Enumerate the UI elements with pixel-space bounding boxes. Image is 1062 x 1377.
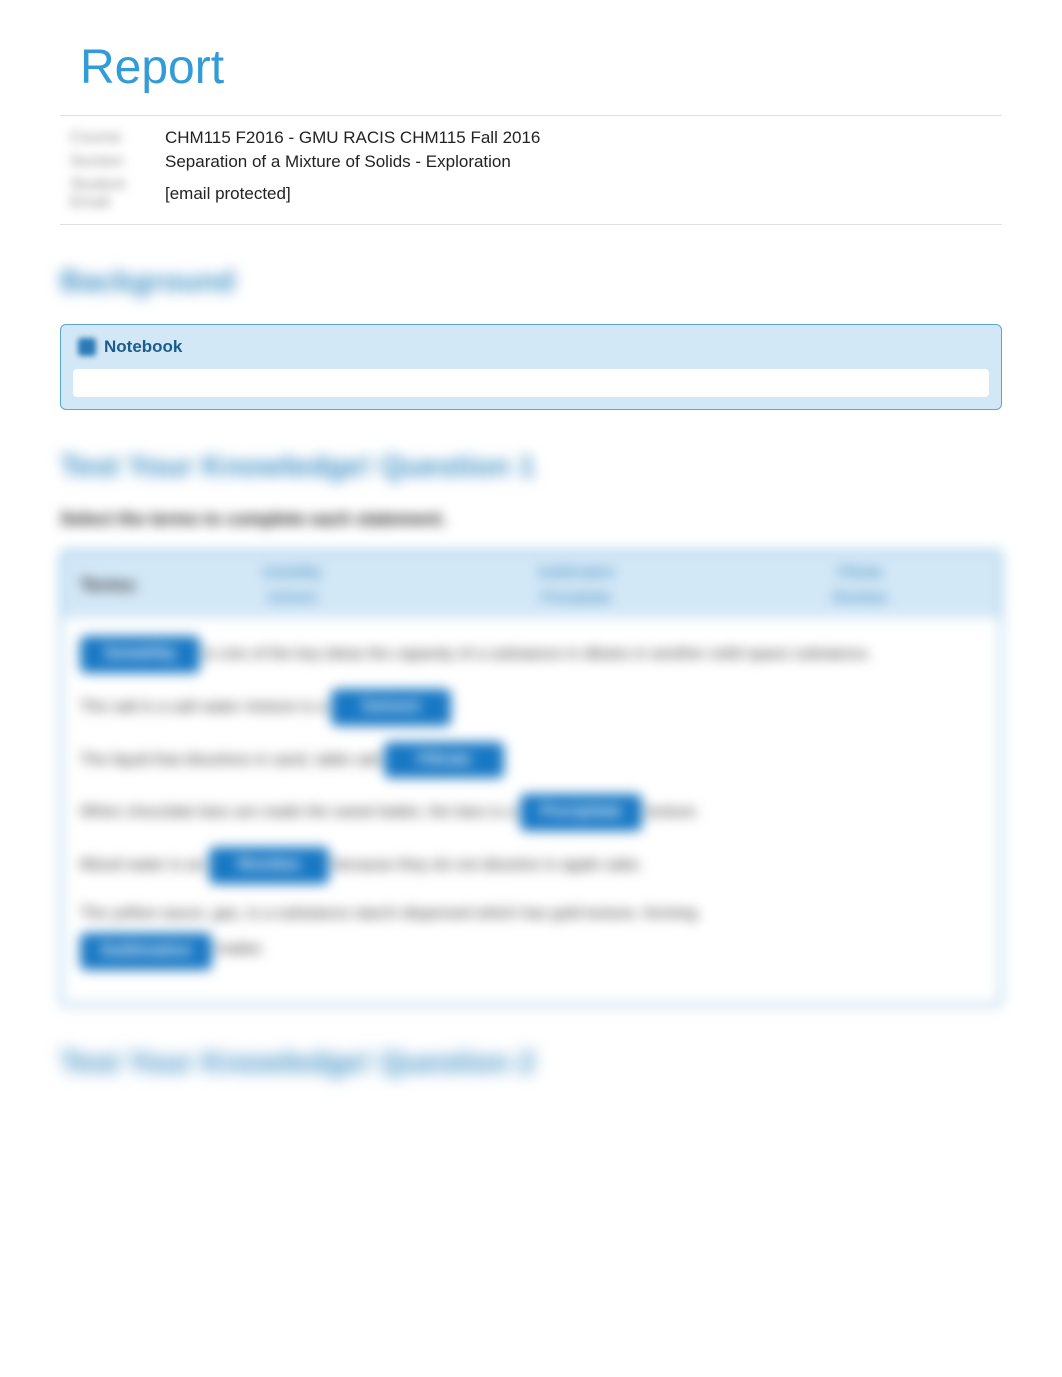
meta-block: Course CHM115 F2016 - GMU RACIS CHM115 F… — [60, 115, 1002, 225]
notebook-box: Notebook — [60, 324, 1002, 410]
background-heading: Background — [60, 265, 1002, 299]
statement-row: Mixed water is an Residue because they d… — [80, 847, 982, 884]
statement-row: The yellow sauce, gas, is a substance st… — [80, 900, 982, 970]
meta-value-course: CHM115 F2016 - GMU RACIS CHM115 Fall 201… — [165, 128, 540, 148]
term-item[interactable]: Precipitate — [454, 589, 698, 606]
answer-blank[interactable]: Solvent — [331, 689, 451, 726]
term-item[interactable]: Solubility — [170, 564, 414, 581]
stmt-text: is one of the key ideas the capacity of … — [204, 646, 871, 663]
answer-blank[interactable]: Sublimation — [80, 933, 212, 970]
meta-label: Student Email — [70, 176, 165, 212]
question1-prompt: Select the terms to complete each statem… — [60, 509, 1002, 530]
terms-section: Terms: Solubility Sublimation Filtrate S… — [62, 552, 1000, 618]
answer-blank[interactable]: Precipitate — [520, 794, 642, 831]
meta-label: Course — [70, 129, 165, 147]
statements: Solubility is one of the key ideas the c… — [62, 618, 1000, 1004]
meta-row-section: Section Separation of a Mixture of Solid… — [60, 150, 1002, 174]
statement-row: Solubility is one of the key ideas the c… — [80, 636, 982, 673]
stmt-text: because they do not dissolve in apple sa… — [333, 857, 643, 874]
meta-value-email: [email protected] — [165, 184, 291, 204]
question1-heading: Test Your Knowledge! Question 1 — [60, 450, 1002, 484]
stmt-text: texture. — [647, 804, 700, 821]
term-item[interactable]: Residue — [738, 589, 982, 606]
terms-label: Terms: — [80, 575, 150, 596]
statement-row: When chocolate bars are made the sweet b… — [80, 794, 982, 831]
meta-row-course: Course CHM115 F2016 - GMU RACIS CHM115 F… — [60, 126, 1002, 150]
notebook-title: Notebook — [104, 337, 182, 357]
notebook-icon — [78, 338, 96, 356]
answer-blank[interactable]: Residue — [209, 847, 329, 884]
answer-blank[interactable]: Solubility — [80, 636, 200, 673]
term-item[interactable]: Sublimation — [454, 564, 698, 581]
stmt-text: matter. — [216, 940, 265, 957]
answer-panel: Terms: Solubility Sublimation Filtrate S… — [60, 550, 1002, 1006]
statement-row: The salt in a salt water mixture is a So… — [80, 689, 982, 726]
question1-area: Select the terms to complete each statem… — [60, 509, 1002, 1006]
meta-label: Section — [70, 153, 165, 171]
terms-grid: Solubility Sublimation Filtrate Solvent … — [170, 564, 982, 606]
stmt-text: The yellow sauce, gas, is a substance st… — [80, 905, 697, 922]
notebook-content[interactable] — [73, 369, 989, 397]
question2-heading: Test Your Knowledge! Question 2 — [60, 1046, 1002, 1080]
meta-row-email: Student Email [email protected] — [60, 174, 1002, 214]
page-title: Report — [60, 40, 1002, 95]
stmt-text: The salt in a salt water mixture is a — [80, 698, 331, 715]
answer-blank[interactable]: Filtrate — [384, 742, 504, 779]
stmt-text: Mixed water is an — [80, 857, 209, 874]
meta-value-section: Separation of a Mixture of Solids - Expl… — [165, 152, 511, 172]
term-item[interactable]: Filtrate — [738, 564, 982, 581]
stmt-text: When chocolate bars are made the sweet b… — [80, 804, 520, 821]
statement-row: The liquid that dissolves in sand, table… — [80, 742, 982, 779]
stmt-text: The liquid that dissolves in sand, table… — [80, 751, 384, 768]
term-item[interactable]: Solvent — [170, 589, 414, 606]
notebook-header: Notebook — [78, 337, 989, 357]
